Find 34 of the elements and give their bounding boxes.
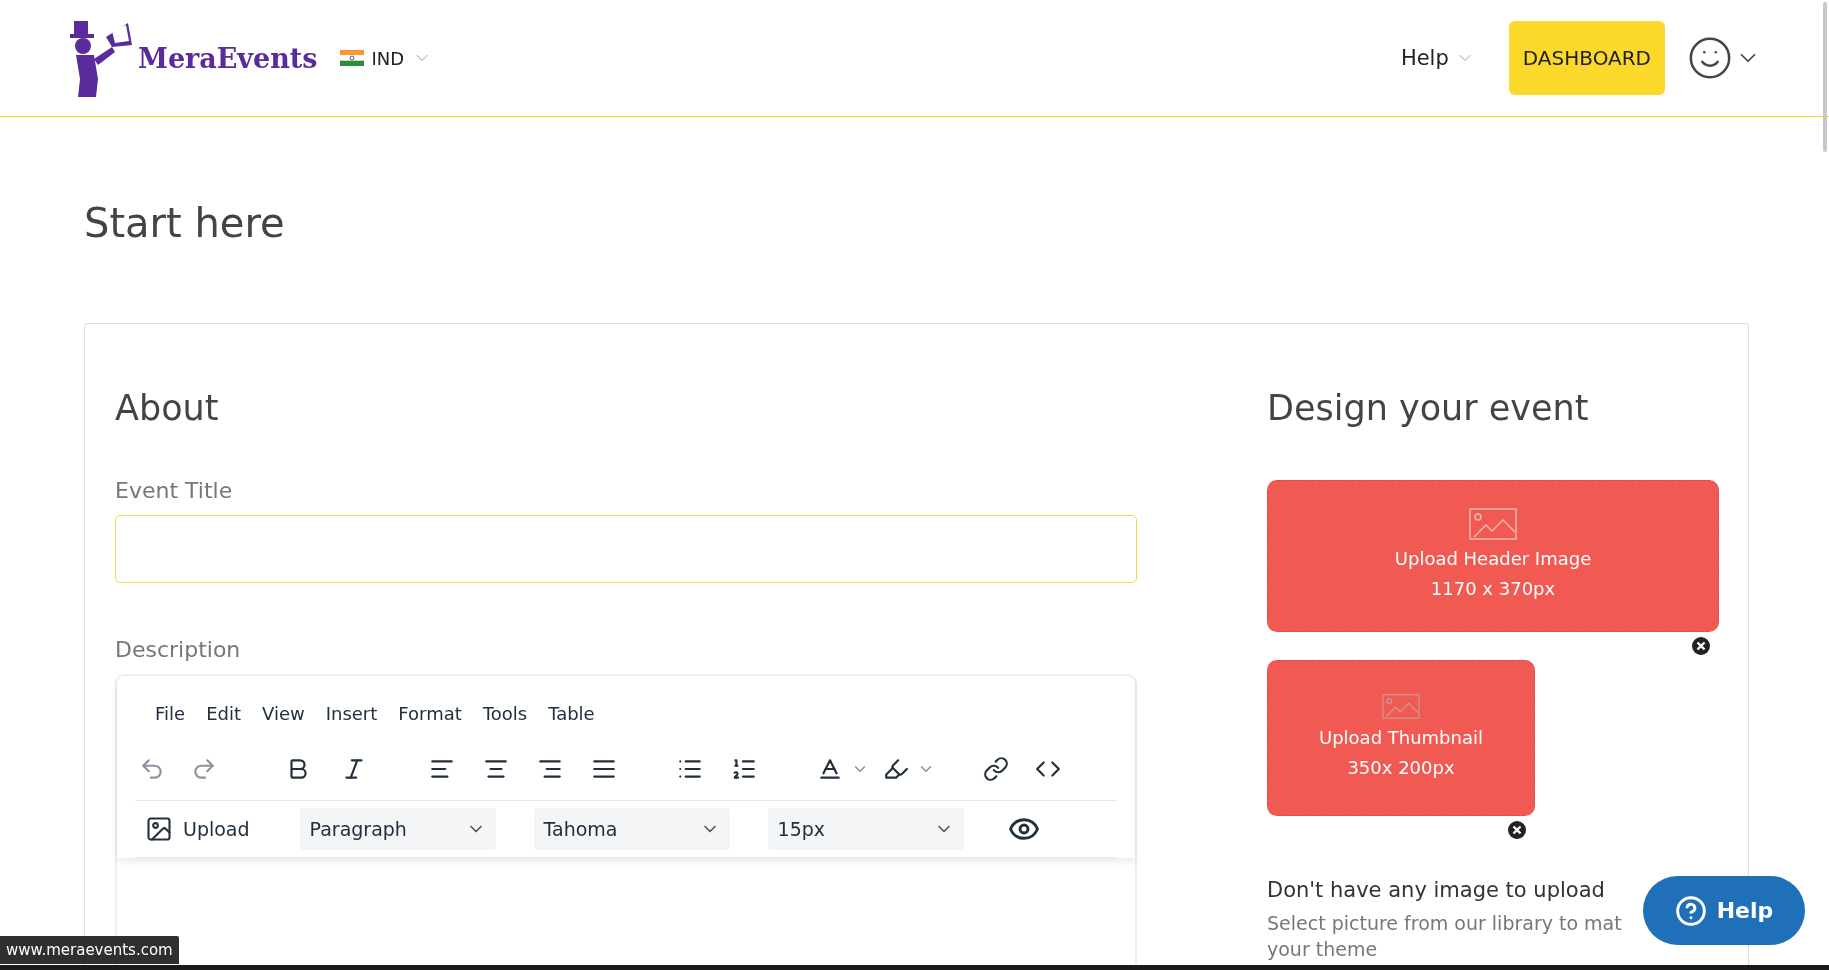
field-label: Event Title (115, 478, 234, 503)
dropdown-select[interactable]: 15px (767, 808, 964, 850)
menu-item[interactable]: Edit (196, 702, 252, 724)
page-title: Start here (84, 199, 286, 247)
library-heading: Don't have any image to upload (1267, 878, 1605, 902)
dropdown-select[interactable]: Tahoma (533, 808, 730, 850)
image-icon (1469, 508, 1517, 540)
help-icon (1674, 894, 1707, 927)
menu-item[interactable]: Tools (472, 702, 539, 724)
menu-item[interactable]: Insert (315, 702, 389, 724)
close-icon[interactable] (1691, 636, 1711, 656)
menu-item[interactable]: Format (388, 702, 473, 724)
status-url: www.meraevents.com (0, 936, 179, 964)
menu-item[interactable]: View (252, 702, 316, 724)
dropdown-select[interactable]: Paragraph (299, 808, 496, 850)
menu-item[interactable]: Table (538, 702, 606, 724)
field-label: Description (115, 637, 242, 662)
menu-item[interactable]: File (145, 702, 197, 724)
image-icon (1382, 693, 1420, 719)
close-icon[interactable] (1507, 820, 1527, 840)
section-heading: Design your event (1267, 387, 1590, 430)
country-selector[interactable]: IND (339, 47, 433, 69)
smiley-icon (1687, 35, 1733, 81)
logo-icon (68, 19, 132, 97)
upload-button[interactable]: Upload (135, 811, 260, 847)
section-heading: About (115, 387, 220, 430)
image-icon (145, 815, 173, 843)
library-text: Select picture from our library to mat your theme (1267, 911, 1622, 962)
flag-icon (339, 50, 364, 66)
event-title-field[interactable] (115, 515, 1137, 583)
logo-text[interactable]: MeraEvents (138, 42, 318, 74)
help-button[interactable]: Help (1643, 876, 1805, 945)
dashboard-button[interactable]: DASHBOARD (1508, 21, 1665, 95)
help-menu[interactable]: Help (1400, 46, 1475, 70)
